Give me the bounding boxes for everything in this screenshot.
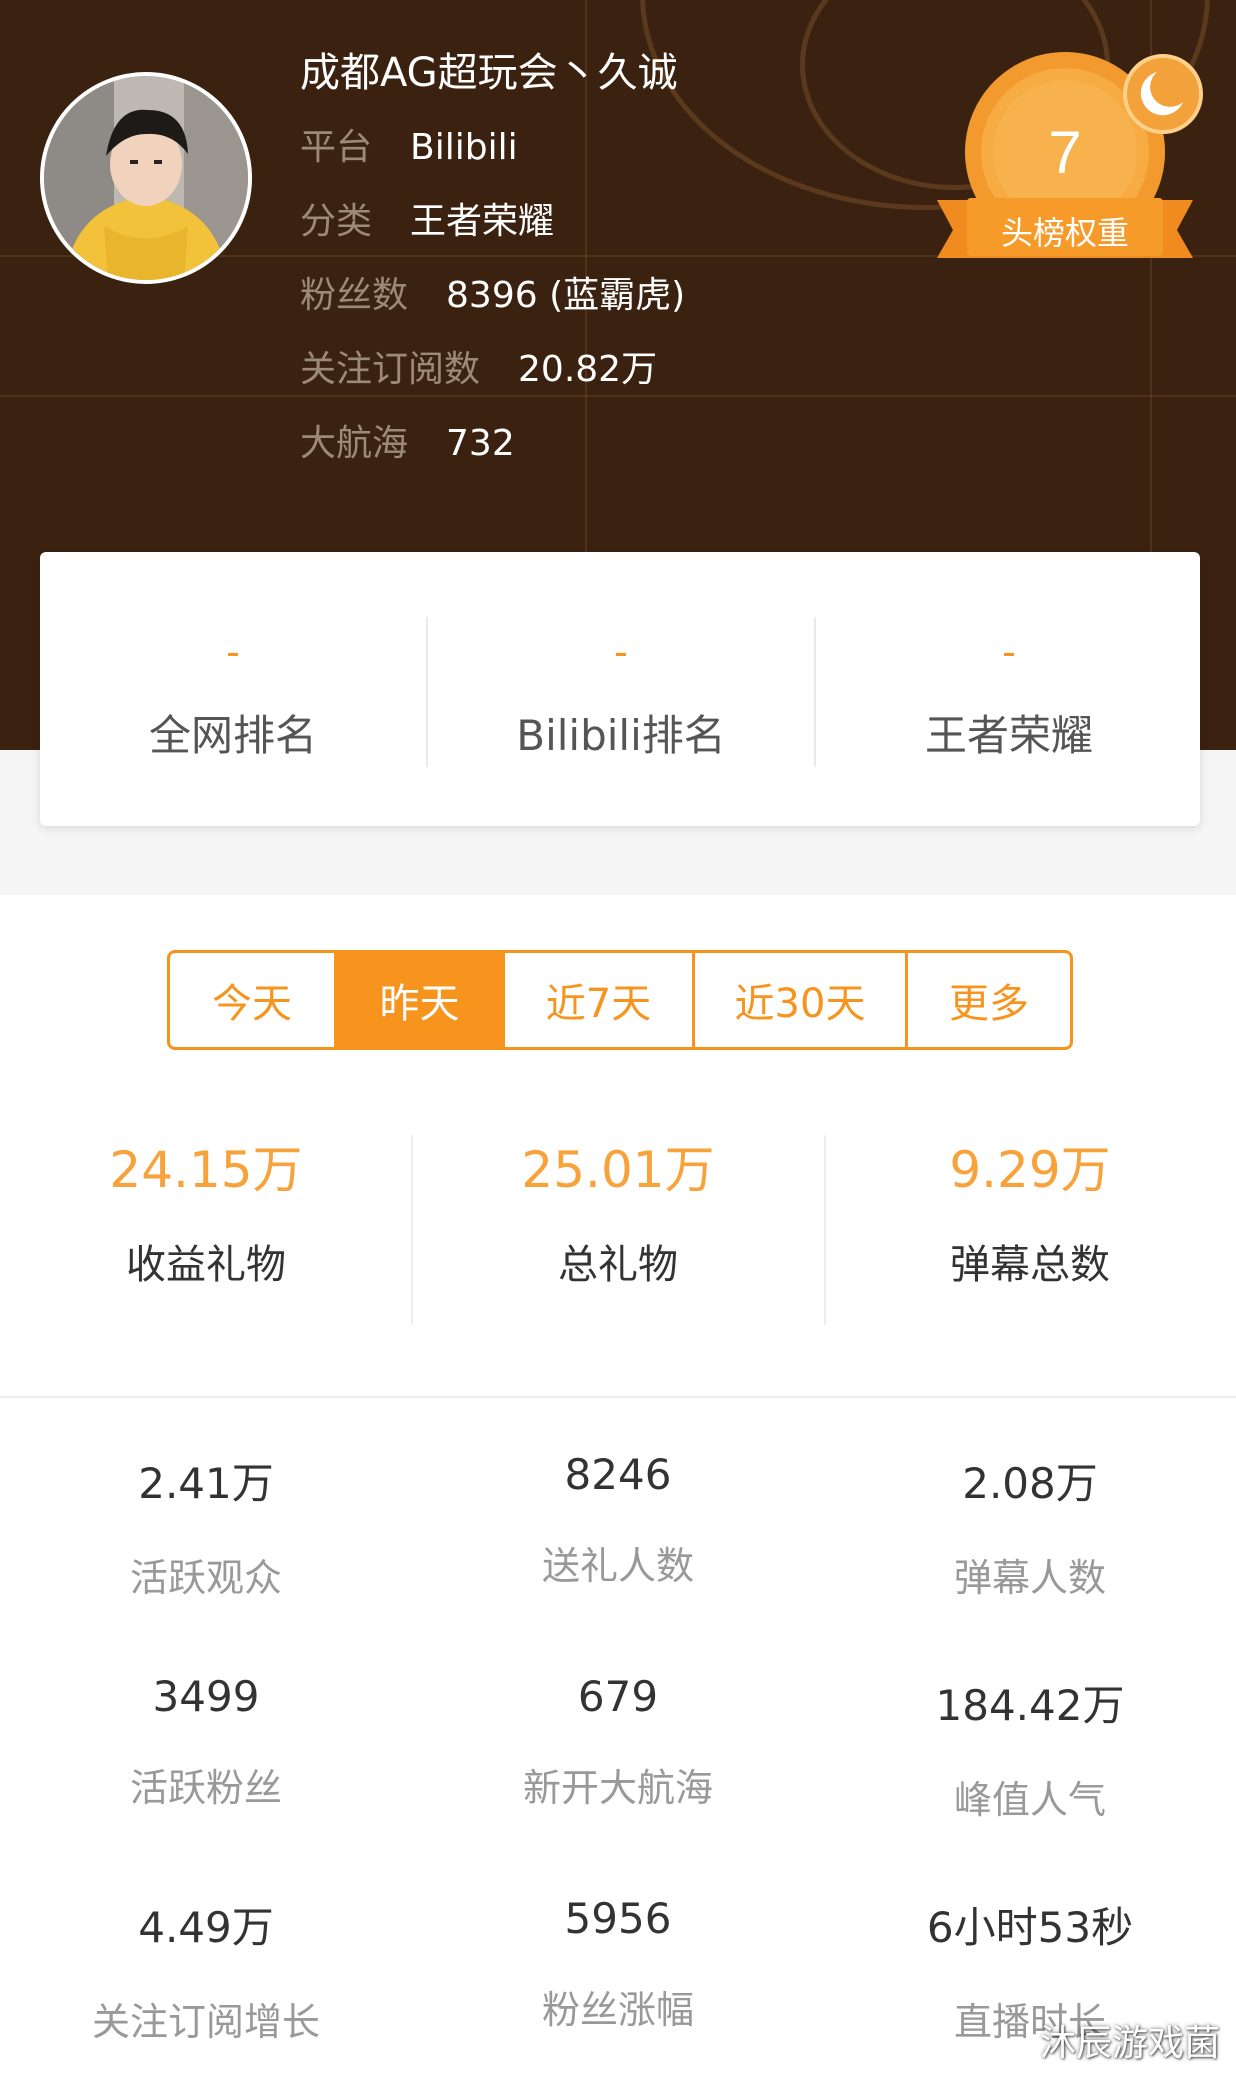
info-row-subscriptions: 关注订阅数 20.82万 bbox=[300, 340, 657, 392]
stat-value: 6小时53秒 bbox=[926, 1903, 1134, 1952]
info-row-platform: 平台 Bilibili bbox=[300, 118, 518, 170]
rank-item-category[interactable]: - 王者荣耀 bbox=[816, 552, 1202, 826]
stat-value: 3499 bbox=[152, 1672, 260, 1721]
watermark: 沐辰游戏菌 bbox=[1039, 2023, 1220, 2064]
stat-label: 活跃观众 bbox=[129, 1556, 282, 1600]
stat-label: 活跃粉丝 bbox=[129, 1766, 282, 1810]
info-label: 粉丝数 bbox=[300, 275, 409, 316]
info-value: 20.82万 bbox=[518, 349, 658, 390]
header-decor-line bbox=[0, 395, 1236, 397]
info-row-guard: 大航海 732 bbox=[300, 414, 515, 466]
tab-yesterday[interactable]: 昨天 bbox=[337, 953, 505, 1047]
stat-value: 184.42万 bbox=[935, 1681, 1125, 1730]
rank-label: 王者荣耀 bbox=[924, 711, 1093, 760]
avatar-image bbox=[44, 76, 248, 280]
rank-value: - bbox=[614, 630, 628, 674]
tab-7-days[interactable]: 近7天 bbox=[505, 953, 695, 1047]
streamer-name: 成都AG超玩会丶久诚 bbox=[300, 50, 678, 96]
info-row-fans: 粉丝数 8396 (蓝霸虎) bbox=[300, 266, 685, 318]
info-label: 平台 bbox=[300, 127, 373, 168]
stat-value: 2.41万 bbox=[138, 1459, 274, 1508]
stat-item: 4.49万 关注订阅增长 bbox=[0, 1894, 412, 2046]
stat-label: 峰值人气 bbox=[953, 1778, 1106, 1822]
info-value: 王者荣耀 bbox=[410, 201, 555, 242]
rank-value: - bbox=[226, 630, 240, 674]
info-value: Bilibili bbox=[410, 127, 518, 168]
highlight-label: 收益礼物 bbox=[126, 1242, 286, 1288]
highlight-label: 弹幕总数 bbox=[950, 1242, 1110, 1288]
stat-value: 5956 bbox=[564, 1894, 672, 1943]
tab-30-days[interactable]: 近30天 bbox=[695, 953, 908, 1047]
info-value: 732 bbox=[446, 423, 515, 464]
stat-value: 679 bbox=[577, 1672, 659, 1721]
stat-value: 4.49万 bbox=[138, 1903, 274, 1952]
stat-value: 2.08万 bbox=[962, 1459, 1098, 1508]
rank-item-overall[interactable]: - 全网排名 bbox=[40, 552, 426, 826]
tab-today[interactable]: 今天 bbox=[170, 953, 337, 1047]
badge-number: 7 bbox=[1048, 119, 1082, 186]
rank-value: - bbox=[1002, 630, 1016, 674]
highlight-stat: 24.15万 收益礼物 bbox=[0, 1130, 412, 1290]
highlight-label: 总礼物 bbox=[558, 1242, 678, 1288]
info-value: 8396 (蓝霸虎) bbox=[446, 275, 686, 316]
info-row-category: 分类 王者荣耀 bbox=[300, 192, 554, 244]
stat-item: 679 新开大航海 bbox=[412, 1672, 824, 1812]
stat-item: 5956 粉丝涨幅 bbox=[412, 1894, 824, 2034]
stat-item: 2.41万 活跃观众 bbox=[0, 1450, 412, 1602]
stat-label: 新开大航海 bbox=[522, 1766, 713, 1810]
highlight-value: 9.29万 bbox=[949, 1141, 1111, 1199]
badge-label: 头榜权重 bbox=[1000, 214, 1129, 252]
highlight-value: 25.01万 bbox=[521, 1141, 715, 1199]
rank-label: 全网排名 bbox=[148, 711, 317, 760]
stat-label: 粉丝涨幅 bbox=[541, 1988, 694, 2032]
highlight-stat: 25.01万 总礼物 bbox=[412, 1130, 824, 1290]
stat-label: 关注订阅增长 bbox=[91, 2000, 320, 2044]
info-label: 大航海 bbox=[300, 423, 409, 464]
stat-item: 3499 活跃粉丝 bbox=[0, 1672, 412, 1812]
weight-badge: 7 头榜权重 bbox=[925, 50, 1205, 270]
stat-label: 送礼人数 bbox=[541, 1544, 694, 1588]
stat-item: 8246 送礼人数 bbox=[412, 1450, 824, 1590]
rank-item-platform[interactable]: - Bilibili排名 bbox=[428, 552, 814, 826]
stat-item: 2.08万 弹幕人数 bbox=[824, 1450, 1236, 1602]
rank-card: - 全网排名 - Bilibili排名 - 王者荣耀 bbox=[40, 552, 1200, 826]
divider bbox=[0, 1396, 1236, 1398]
stat-label: 弹幕人数 bbox=[953, 1556, 1106, 1600]
info-label: 分类 bbox=[300, 201, 373, 242]
avatar bbox=[40, 72, 252, 284]
rank-label: Bilibili排名 bbox=[516, 711, 726, 760]
info-label: 关注订阅数 bbox=[300, 349, 481, 390]
stat-item: 184.42万 峰值人气 bbox=[824, 1672, 1236, 1824]
date-range-tabs: 今天 昨天 近7天 近30天 更多 bbox=[167, 950, 1073, 1050]
stat-value: 8246 bbox=[564, 1450, 672, 1499]
highlight-stat: 9.29万 弹幕总数 bbox=[824, 1130, 1236, 1290]
tab-more[interactable]: 更多 bbox=[908, 953, 1070, 1047]
highlight-value: 24.15万 bbox=[109, 1141, 303, 1199]
